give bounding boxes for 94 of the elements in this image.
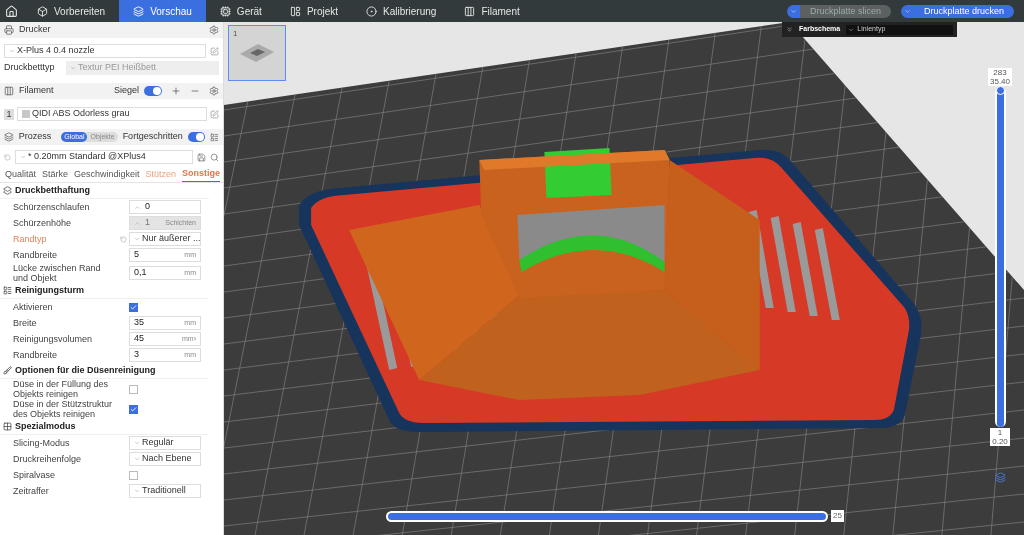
setting-label: Aktivieren [13,302,54,312]
tab-icon [366,5,377,17]
layers-icon[interactable] [994,472,1006,483]
setting-label: Breite [13,318,38,328]
select-field[interactable]: Nach Ebene [129,452,201,466]
toggle-label: Fortgeschritten [122,130,183,144]
number-field[interactable]: 0 [129,200,201,214]
add-icon[interactable] [171,86,181,96]
setting-label: Spiralvase [13,470,57,480]
setting-label: Düse in der Stützstruktur des Objekts reinigen [13,399,114,419]
nav-tab[interactable]: Projekt [275,0,352,22]
layer-label: 1 0.20 [990,428,1010,446]
dropdown-button[interactable] [786,4,800,18]
edit-icon[interactable] [210,46,219,56]
nav-tab[interactable]: Filament [450,0,534,22]
model-thumbnail-icon [238,42,276,64]
section-icon [4,132,14,142]
advanced-toggle[interactable] [187,132,206,142]
panel-title: Prozess [18,130,52,144]
setting-label: Randbreite [13,250,59,260]
select-field[interactable]: Traditionell [129,484,201,498]
setting-label: Lücke zwischen Rand und Objekt [13,263,102,283]
section-icon [4,25,14,35]
field-label: Druckbetttyp [4,61,56,75]
setting-label: Schürzenhöhe [13,218,73,228]
setting-label: Randtyp [13,234,48,244]
slice-button[interactable]: Druckplatte drucken [913,4,1014,18]
toggle-label: Siegel [113,84,139,98]
plate-thumbnail[interactable]: 1 [228,25,286,81]
dropdown-button[interactable] [900,4,914,18]
move-value: 25 [831,510,844,522]
tab-icon [289,5,301,17]
section-icon [3,366,12,375]
printer-select[interactable]: X-Plus 4 0.4 nozzle [4,44,206,58]
tab-icon [219,5,231,17]
checkbox[interactable] [129,384,138,394]
compare-icon[interactable] [210,132,219,142]
filament-select[interactable]: QIDI ABS Odorless grau [17,107,207,121]
setting-label: Reinigungsvolumen [13,334,94,344]
select-field[interactable]: Nur äußerer ... [129,232,201,246]
chevron-down-icon [134,440,140,446]
settings-tab[interactable]: Qualität [5,167,37,182]
nav-tab[interactable]: Kalibrierung [352,0,451,22]
chevron-down-icon [848,26,855,33]
nav-tab[interactable]: Gerät [205,0,276,22]
chevron-down-icon [134,236,140,242]
tab-icon [5,4,18,18]
section-title: Reinigungsturm [15,283,84,297]
chevron-down-icon [20,154,26,160]
setting-label: Druckreihenfolge [13,454,83,464]
setting-label: Schürzenschlaufen [13,202,91,212]
reset-icon[interactable] [119,235,127,243]
edit-icon[interactable] [210,109,219,119]
checkbox[interactable] [129,404,138,414]
panel-title: Drucker [19,23,51,37]
section-icon [3,422,12,431]
setting-label: Slicing-Modus [13,438,71,448]
setting-label: Randbreite [13,350,59,360]
settings-tab[interactable]: Stärke [42,167,69,182]
section-title: Spezialmodus [15,419,76,433]
checkbox[interactable] [129,302,138,312]
search-icon[interactable] [210,152,219,162]
chevron-down-icon [134,488,140,494]
tab-icon [133,5,145,17]
layer-label: 283 35.40 [988,68,1012,86]
save-icon[interactable] [197,152,206,162]
plate-number: 1 [233,28,238,40]
collapse-icon[interactable] [786,26,793,33]
seal-toggle[interactable] [144,86,162,96]
panel-title: Filament [19,84,54,98]
settings-icon[interactable] [209,86,219,96]
section-title: Optionen für die Düsenreinigung [15,363,156,377]
select-field[interactable]: Regulär [129,436,201,450]
tab-icon [37,5,48,17]
chevron-down-icon [903,7,911,15]
chevron-down-icon [9,48,15,54]
section-title: Druckbetthaftung [15,183,90,197]
settings-tab[interactable]: Geschwindigkeit [74,167,140,182]
reset-icon[interactable] [4,153,11,161]
chevron-down-icon [789,7,797,15]
chevron-down-icon [70,65,76,71]
nav-tab[interactable]: Vorschau [119,0,206,22]
setting-label: Düse in der Füllung des Objekts reinigen [13,379,110,399]
section-icon [3,286,12,295]
process-select[interactable]: * 0.20mm Standard @XPlus4 [15,150,193,164]
checkbox[interactable] [129,470,138,480]
tab-icon [464,5,476,17]
chevron-down-icon [134,456,140,462]
nav-tab[interactable]: Vorbereiten [23,0,120,22]
settings-icon[interactable] [209,25,219,35]
filament-index: 1 [4,108,14,120]
section-icon [3,186,12,195]
section-icon [4,86,14,96]
setting-label: Zeitraffer [13,486,50,496]
